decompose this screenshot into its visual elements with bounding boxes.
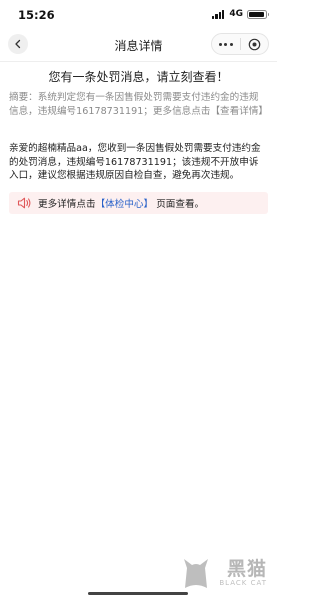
miniprogram-capsule (211, 33, 269, 55)
home-indicator (88, 592, 188, 595)
more-button[interactable] (212, 34, 240, 54)
notice-suffix: 页面查看。 (156, 199, 205, 210)
speaker-icon (17, 196, 33, 210)
notice-bar[interactable]: 更多详情点击【体检中心】 页面查看。 (9, 192, 268, 214)
page-title: 消息详情 (114, 39, 163, 53)
more-dots-icon (218, 42, 234, 46)
network-label: 4G (229, 9, 243, 19)
message-headline: 您有一条处罚消息，请立刻查看！ (48, 70, 229, 84)
battery-icon (247, 9, 269, 19)
health-center-link[interactable]: 【体检中心】 (96, 199, 154, 210)
back-button[interactable] (8, 34, 28, 54)
chevron-left-icon (15, 39, 21, 49)
watermark-text-en: BLACK CAT (219, 579, 267, 587)
nav-bar: 消息详情 (0, 28, 277, 62)
close-button[interactable] (241, 34, 269, 54)
notice-prefix: 更多详情点击 (38, 199, 96, 210)
black-cat-logo-icon (184, 559, 208, 588)
message-summary: 摘要：系统判定您有一条因售假处罚需要支付违约金的违规信息，违规编号1617873… (9, 92, 269, 117)
signal-icon (211, 9, 226, 19)
watermark-text-cn: 黑猫 (226, 558, 267, 580)
status-bar: 15:26 4G (0, 0, 277, 28)
watermark: 黑猫 BLACK CAT (181, 554, 271, 594)
message-body: 亲爱的超楠精品aa，您收到一条因售假处罚需要支付违约金的处罚消息，违规编号161… (9, 143, 261, 181)
target-circle-icon (248, 38, 261, 50)
status-indicators: 4G (211, 9, 269, 19)
notice-text: 更多详情点击【体检中心】 页面查看。 (38, 196, 204, 210)
status-time: 15:26 (18, 8, 55, 22)
